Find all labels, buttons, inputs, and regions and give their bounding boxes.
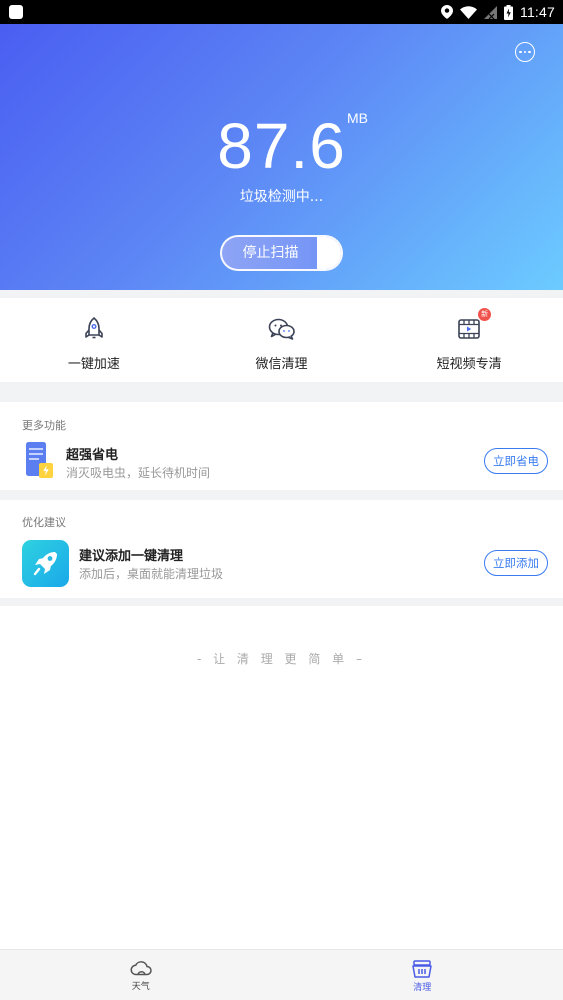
slogan: - 让 清 理 更 简 单 – bbox=[196, 652, 367, 666]
battery-saver-icon bbox=[26, 442, 53, 478]
tab-clean[interactable]: 清理 bbox=[282, 950, 563, 1000]
status-time: 11:47 bbox=[520, 4, 555, 20]
bottom-tab-bar: 天气 清理 bbox=[0, 949, 563, 1000]
feature-name: 建议添加一键清理 bbox=[79, 549, 184, 564]
stop-scan-label: 停止扫描 bbox=[242, 245, 299, 261]
tab-weather[interactable]: 天气 bbox=[0, 950, 282, 1000]
basket-icon bbox=[412, 960, 432, 978]
quick-action-speedup[interactable]: 一键加速 bbox=[0, 298, 188, 382]
quick-action-wechat[interactable]: 微信清理 bbox=[188, 298, 376, 382]
divider bbox=[0, 490, 563, 500]
junk-size-unit: MB bbox=[347, 110, 368, 126]
location-icon bbox=[441, 5, 453, 19]
add-shortcut-button[interactable]: 立即添加 bbox=[484, 550, 548, 576]
video-icon bbox=[458, 319, 480, 339]
signal-icon bbox=[484, 5, 497, 19]
junk-size-value: 87.6 bbox=[217, 110, 346, 182]
feature-desc: 消灭吸电虫，延长待机时间 bbox=[66, 466, 211, 480]
divider bbox=[0, 290, 563, 298]
cloud-icon bbox=[130, 961, 152, 976]
new-badge: 新 bbox=[478, 308, 492, 321]
feature-name: 超强省电 bbox=[66, 448, 119, 463]
quick-actions: 一键加速 微信清理 新 短视频专清 bbox=[0, 298, 563, 382]
wechat-icon bbox=[268, 318, 295, 340]
quick-action-label: 一键加速 bbox=[67, 357, 120, 372]
more-icon[interactable] bbox=[515, 42, 535, 62]
quick-action-label: 微信清理 bbox=[255, 357, 308, 372]
stop-scan-button[interactable]: 停止扫描 bbox=[220, 235, 343, 271]
feature-add-shortcut[interactable]: 建议添加一键清理 添加后，桌面就能清理垃圾 立即添加 bbox=[0, 538, 563, 594]
status-icons: 11:47 bbox=[441, 4, 555, 20]
section-title: 优化建议 bbox=[22, 516, 66, 529]
wifi-icon bbox=[460, 5, 477, 19]
video-icon-wrap: 新 bbox=[456, 308, 492, 342]
divider bbox=[0, 598, 563, 606]
quick-action-label: 短视频专清 bbox=[436, 357, 502, 372]
feature-power-saver[interactable]: 超强省电 消灭吸电虫，延长待机时间 立即省电 bbox=[0, 436, 563, 492]
divider bbox=[0, 382, 563, 402]
scan-header: 87.6 MB 垃圾检测中... 停止扫描 bbox=[0, 24, 563, 290]
suggestions-card: 优化建议 建议添加一键清理 添加后，桌面就能清理垃圾 立即添加 bbox=[0, 500, 563, 598]
status-bar: 11:47 bbox=[0, 0, 563, 24]
tab-label: 天气 bbox=[131, 982, 150, 992]
rocket-icon bbox=[85, 317, 103, 339]
feature-desc: 添加后，桌面就能清理垃圾 bbox=[79, 567, 224, 581]
save-power-button[interactable]: 立即省电 bbox=[484, 448, 548, 474]
quick-action-short-video[interactable]: 新 短视频专清 bbox=[375, 298, 563, 382]
more-features-card: 更多功能 超强省电 消灭吸电虫，延长待机时间 立即省电 bbox=[0, 402, 563, 490]
rocket-app-icon bbox=[22, 540, 69, 587]
tab-label: 清理 bbox=[413, 983, 432, 993]
scan-status-text: 垃圾检测中... bbox=[239, 189, 324, 205]
stop-scan-knob bbox=[317, 237, 341, 269]
section-title: 更多功能 bbox=[22, 419, 66, 432]
battery-icon bbox=[504, 4, 513, 20]
app-icon bbox=[9, 5, 23, 19]
